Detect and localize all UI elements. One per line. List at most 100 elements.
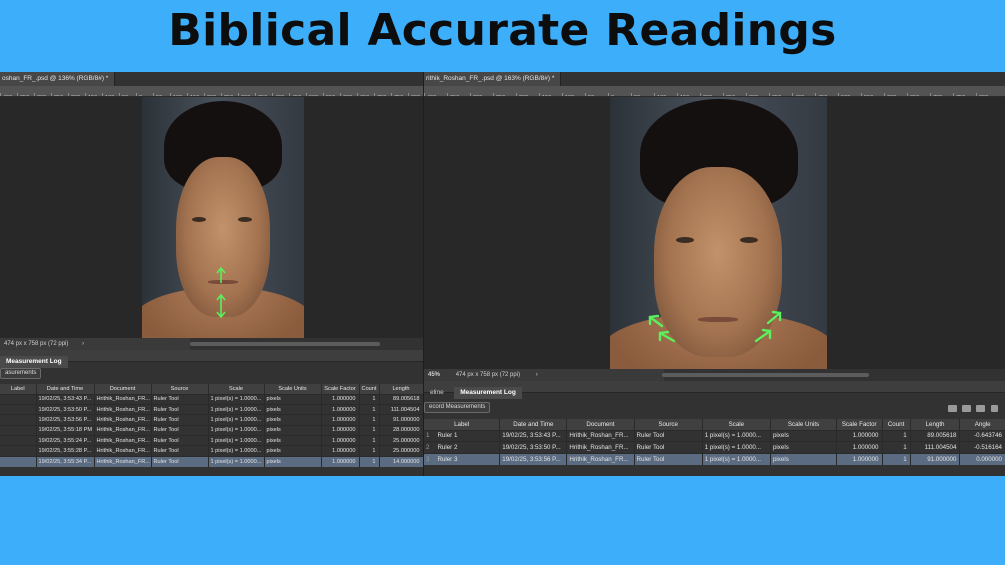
table-cell: Hrithik_Roshan_FR... <box>94 455 152 467</box>
column-header[interactable]: Length <box>910 419 961 430</box>
table-cell <box>0 393 37 405</box>
table-cell: Ruler Tool <box>151 393 209 405</box>
table-cell: 19/02/25, 3:53:43 P... <box>499 429 568 442</box>
left-record-measurements-button[interactable]: asurements <box>0 368 42 379</box>
table-cell: 1 pixel(s) = 1.0000... <box>702 441 771 454</box>
left-tab-measurement-log[interactable]: Measurement Log <box>0 356 68 368</box>
table-row[interactable]: 1 Ruler 1 19/02/25, 3:53:43 P... Hrithik_Ro… <box>424 429 1005 442</box>
right-tab-measurement-log[interactable]: Measurement Log <box>454 387 522 399</box>
table-row[interactable]: 19/02/25, 3:53:50 P... Hrithik_Roshan_FR.… <box>0 403 423 415</box>
table-cell: 19/02/25, 3:53:50 P... <box>36 403 95 415</box>
table-cell: 1 <box>359 403 380 415</box>
table-cell: Hrithik_Roshan_FR... <box>94 393 152 405</box>
table-cell: 1 <box>359 445 380 457</box>
table-cell: 1.000000 <box>321 445 360 457</box>
right-portrait-photo <box>610 97 827 369</box>
right-record-measurements-button[interactable]: ecord Measurements <box>424 402 491 413</box>
table-cell: Ruler Tool <box>151 414 209 426</box>
right-canvas[interactable] <box>424 97 1005 369</box>
right-horizontal-scrollbar[interactable] <box>662 373 869 377</box>
table-cell: 1.000000 <box>836 429 883 442</box>
export-selected-icon[interactable] <box>962 405 971 412</box>
column-header[interactable]: Scale <box>208 384 265 394</box>
table-cell: 89.005618 <box>910 429 961 442</box>
table-cell: 1 <box>882 453 911 466</box>
table-cell: 1 pixel(s) = 1.0000... <box>208 424 265 436</box>
table-cell: Hrithik_Roshan_FR... <box>94 424 152 436</box>
table-row[interactable]: 19/02/25, 3:55:34 P... Hrithik_Roshan_FR.… <box>0 455 423 467</box>
table-cell: pixels <box>264 393 322 405</box>
table-cell: 28.000000 <box>379 424 423 436</box>
table-cell: Ruler Tool <box>634 453 703 466</box>
column-header[interactable]: Source <box>634 419 703 430</box>
table-cell: 1 pixel(s) = 1.0000... <box>208 403 265 415</box>
table-cell: Ruler Tool <box>151 455 209 467</box>
table-cell: 19/02/25, 3:53:56 P... <box>499 453 568 466</box>
table-cell: 25.000000 <box>379 435 423 446</box>
table-cell: 1 <box>359 424 380 436</box>
column-header[interactable]: Scale Factor <box>321 384 360 394</box>
table-cell: Ruler Tool <box>151 424 209 436</box>
column-header[interactable]: Scale Factor <box>836 419 883 430</box>
table-cell: 19/02/25, 3:55:34 P... <box>36 455 95 467</box>
table-row[interactable]: 2 Ruler 2 19/02/25, 3:53:50 P... Hrithik_Ro… <box>424 441 1005 454</box>
column-header[interactable]: Label <box>424 419 501 430</box>
table-row[interactable]: 19/02/25, 3:55:28 P... Hrithik_Roshan_FR.… <box>0 445 423 457</box>
left-canvas[interactable] <box>0 97 423 338</box>
left-portrait-photo <box>142 97 304 338</box>
column-header[interactable]: Document <box>94 384 152 394</box>
table-cell: 1 pixel(s) = 1.0000... <box>208 435 265 446</box>
table-cell: Hrithik_Roshan_FR... <box>566 453 635 466</box>
right-status-bar: 45% 474 px x 758 px (72 ppi) › <box>424 369 664 381</box>
column-header[interactable]: Label <box>0 384 37 394</box>
right-zoom-level[interactable]: 45% <box>428 372 440 378</box>
table-cell: 19/02/25, 3:53:50 P... <box>499 441 568 454</box>
right-document-tab[interactable]: rithik_Roshan_FR_.psd @ 163% (RGB/8#) * <box>424 72 562 86</box>
table-cell: 19/02/25, 3:55:24 P... <box>36 435 95 446</box>
table-cell: pixels <box>264 414 322 426</box>
column-header[interactable]: Source <box>151 384 209 394</box>
table-cell: 91.000000 <box>910 453 961 466</box>
left-photoshop-panel: oshan_FR_.psd @ 136% (RGB/8#) * 40035030… <box>0 72 423 476</box>
export-icon[interactable] <box>948 405 957 412</box>
column-header[interactable]: Scale <box>702 419 771 430</box>
table-cell: pixels <box>264 445 322 457</box>
table-row[interactable]: 19/02/25, 3:55:18 PM Hrithik_Roshan_FR...… <box>0 424 423 436</box>
table-row[interactable]: 19/02/25, 3:53:56 P... Hrithik_Roshan_FR.… <box>0 414 423 426</box>
table-cell: Ruler Tool <box>151 435 209 446</box>
left-document-size: 474 px x 758 px (72 ppi) <box>4 341 69 347</box>
table-cell <box>0 445 37 457</box>
left-status-arrow-icon[interactable]: › <box>82 341 84 347</box>
table-cell: 89.005618 <box>379 393 423 405</box>
column-header[interactable]: Count <box>359 384 380 394</box>
table-cell: Ruler Tool <box>151 403 209 415</box>
right-tab-timeline[interactable]: eline <box>424 387 450 399</box>
column-header[interactable]: Scale Units <box>264 384 322 394</box>
column-header[interactable]: Date and Time <box>36 384 95 394</box>
table-row[interactable]: 19/02/25, 3:55:24 P... Hrithik_Roshan_FR.… <box>0 435 423 446</box>
left-horizontal-scrollbar[interactable] <box>190 342 380 346</box>
table-cell <box>0 424 37 436</box>
table-cell: 1 pixel(s) = 1.0000... <box>208 445 265 457</box>
trash-icon[interactable] <box>991 405 998 412</box>
table-cell: 1.000000 <box>321 403 360 415</box>
table-cell <box>0 403 37 415</box>
left-document-tab[interactable]: oshan_FR_.psd @ 136% (RGB/8#) * <box>0 72 116 86</box>
right-panel-tabs: eline Measurement Log <box>424 381 1005 399</box>
column-header[interactable]: Document <box>566 419 635 430</box>
table-cell: 2 Ruler 2 <box>424 441 501 454</box>
column-header[interactable]: Count <box>882 419 911 430</box>
table-cell: 1.000000 <box>321 455 360 467</box>
table-cell: pixels <box>264 424 322 436</box>
right-status-arrow-icon[interactable]: › <box>536 372 538 378</box>
table-row[interactable]: 19/02/25, 3:53:43 P... Hrithik_Roshan_FR.… <box>0 393 423 405</box>
column-header[interactable]: Date and Time <box>499 419 568 430</box>
clear-log-icon[interactable] <box>976 405 985 412</box>
column-header[interactable]: Scale Units <box>770 419 838 430</box>
column-header[interactable]: Angle <box>959 419 1005 430</box>
table-cell: pixels <box>264 435 322 446</box>
table-row[interactable]: 3 Ruler 3 19/02/25, 3:53:56 P... Hrithik_Ro… <box>424 453 1005 466</box>
column-header[interactable]: Length <box>379 384 423 394</box>
table-cell: pixels <box>264 403 322 415</box>
table-cell: 111.004504 <box>379 403 423 415</box>
